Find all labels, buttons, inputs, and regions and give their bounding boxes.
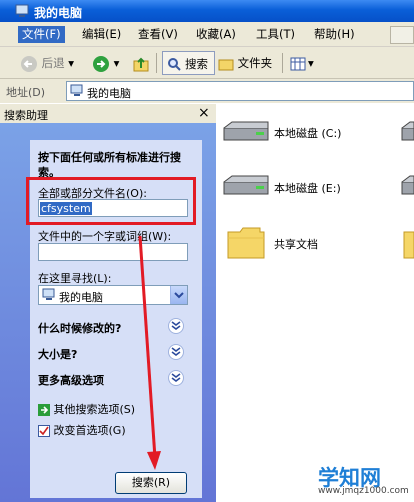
search-button[interactable]: 搜索(R)	[115, 472, 187, 494]
drive-icon[interactable]	[400, 118, 414, 146]
folder-icon[interactable]	[226, 224, 266, 262]
drive-icon[interactable]	[222, 172, 270, 200]
content-pane	[216, 103, 414, 502]
drive-c-label[interactable]: 本地磁盘 (C:)	[274, 125, 341, 141]
shared-docs-label[interactable]: 共享文档	[274, 236, 318, 252]
folder-icon[interactable]	[402, 224, 414, 262]
drive-icon[interactable]	[222, 118, 270, 146]
drive-e-label[interactable]: 本地磁盘 (E:)	[274, 180, 341, 196]
watermark-url: www.jmqz1000.com	[318, 486, 409, 496]
drive-icon[interactable]	[400, 172, 414, 200]
